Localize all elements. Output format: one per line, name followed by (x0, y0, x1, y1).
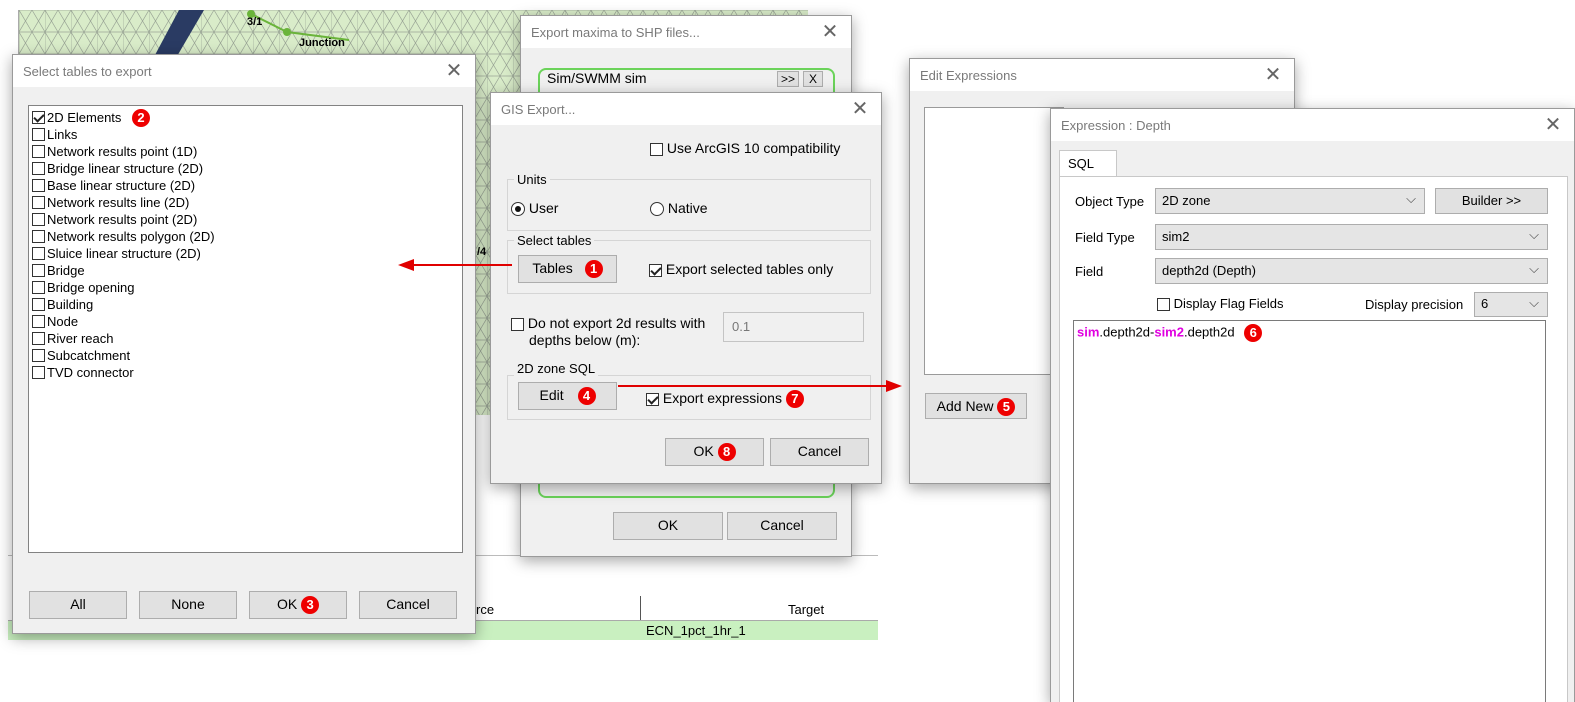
annotation-arrows (398, 259, 902, 392)
arrow-to-edit-expressions (618, 380, 902, 392)
arrow-to-select-tables (398, 259, 512, 271)
